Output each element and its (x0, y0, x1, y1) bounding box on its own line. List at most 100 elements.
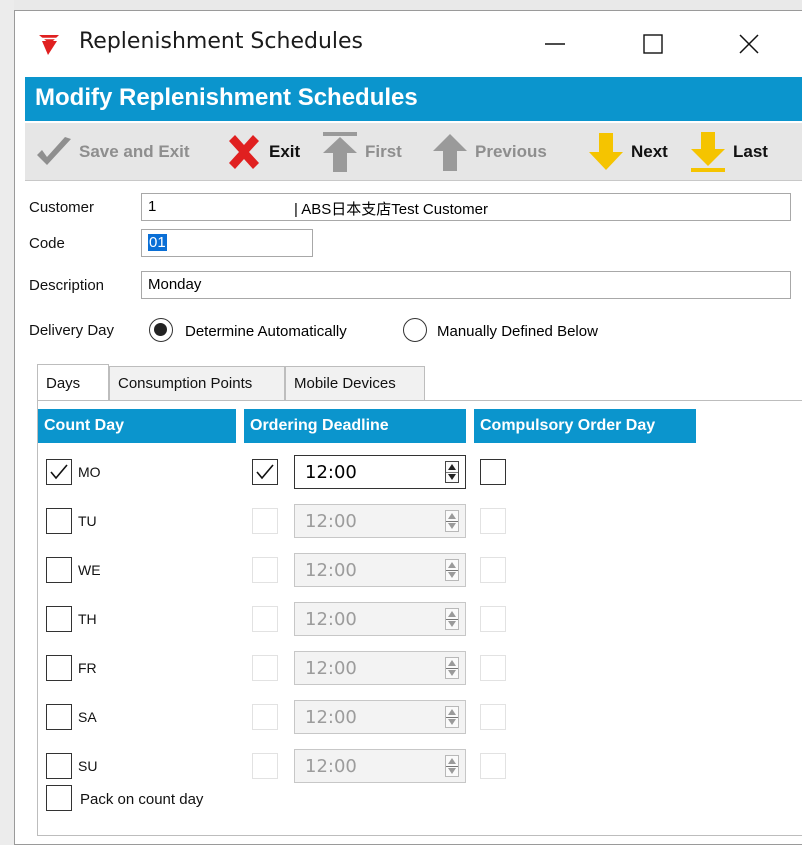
previous-button[interactable]: Previous (431, 123, 547, 181)
deadline-time-spinner[interactable]: 12:00 (294, 455, 466, 489)
tab-consumption-points[interactable]: Consumption Points (109, 366, 285, 400)
determine-automatically-radio[interactable] (149, 318, 173, 342)
compulsory-order-day-checkbox[interactable] (480, 655, 506, 681)
close-icon (739, 34, 759, 54)
day-label[interactable]: MO (78, 464, 101, 480)
pack-on-count-day-label[interactable]: Pack on count day (80, 791, 203, 808)
customer-row: Customer 1 | ABS日本支店Test Customer (25, 193, 802, 223)
next-button[interactable]: Next (587, 123, 668, 181)
maximize-button[interactable] (613, 11, 693, 77)
ordering-deadline-checkbox[interactable] (252, 606, 278, 632)
arrow-up-icon (433, 134, 467, 171)
next-label: Next (631, 142, 668, 161)
pack-on-count-day-checkbox[interactable] (46, 785, 72, 811)
day-label[interactable]: SU (78, 758, 97, 774)
code-input[interactable]: 01 (141, 229, 313, 257)
checkmark-icon (37, 137, 71, 165)
last-button[interactable]: Last (689, 123, 768, 181)
deadline-time-value: 12:00 (305, 511, 357, 532)
tab-mobile-devices[interactable]: Mobile Devices (285, 366, 425, 400)
compulsory-order-day-checkbox[interactable] (480, 704, 506, 730)
deadline-time-value: 12:00 (305, 707, 357, 728)
compulsory-order-day-checkbox[interactable] (480, 606, 506, 632)
customer-label: Customer (29, 199, 95, 216)
code-value: 01 (148, 234, 167, 251)
manually-defined-radio[interactable] (403, 318, 427, 342)
determine-automatically-label[interactable]: Determine Automatically (185, 323, 347, 340)
deadline-time-spinner[interactable]: 12:00 (294, 504, 466, 538)
desktop-background (0, 0, 802, 10)
dialog-window: Replenishment Schedules Modify Replenish… (14, 10, 802, 845)
previous-label: Previous (475, 142, 547, 161)
deadline-time-value: 12:00 (305, 756, 357, 777)
form-header: Modify Replenishment Schedules (25, 77, 802, 121)
compulsory-order-day-checkbox[interactable] (480, 508, 506, 534)
day-label[interactable]: SA (78, 709, 97, 725)
first-button[interactable]: First (321, 123, 402, 181)
day-label[interactable]: TU (78, 513, 97, 529)
deadline-time-spinner[interactable]: 12:00 (294, 749, 466, 783)
count-day-checkbox[interactable] (46, 655, 72, 681)
save-and-exit-button[interactable]: Save and Exit (35, 123, 190, 181)
delivery-day-row: Delivery Day Determine Automatically Man… (25, 315, 802, 345)
spinner-arrows-icon[interactable] (445, 755, 459, 777)
app-logo-icon (39, 35, 59, 55)
spinner-arrows-icon[interactable] (445, 510, 459, 532)
maximize-icon (643, 34, 663, 54)
close-button[interactable] (709, 11, 789, 77)
day-label[interactable]: TH (78, 611, 97, 627)
spinner-arrows-icon[interactable] (445, 706, 459, 728)
day-label[interactable]: WE (78, 562, 101, 578)
deadline-time-spinner[interactable]: 12:00 (294, 553, 466, 587)
first-label: First (365, 142, 402, 161)
delivery-day-label: Delivery Day (29, 322, 115, 339)
red-x-icon (229, 135, 259, 169)
ordering-deadline-checkbox[interactable] (252, 655, 278, 681)
last-label: Last (733, 142, 768, 161)
arrow-down-icon (589, 133, 623, 170)
description-value: Monday (148, 276, 202, 293)
title-bar[interactable]: Replenishment Schedules (15, 11, 802, 77)
first-record-icon (323, 132, 357, 172)
day-label[interactable]: FR (78, 660, 97, 676)
ordering-deadline-checkbox[interactable] (252, 704, 278, 730)
deadline-time-value: 12:00 (305, 658, 357, 679)
ordering-deadline-checkbox[interactable] (252, 753, 278, 779)
compulsory-order-day-checkbox[interactable] (480, 459, 506, 485)
ordering-deadline-checkbox[interactable] (252, 508, 278, 534)
minimize-button[interactable] (515, 11, 595, 77)
manually-defined-label[interactable]: Manually Defined Below (437, 323, 598, 340)
ordering-deadline-checkbox[interactable] (252, 557, 278, 583)
code-row: Code 01 (25, 229, 802, 259)
ordering-deadline-header: Ordering Deadline (244, 409, 466, 443)
days-panel: Count Day Ordering Deadline Compulsory O… (37, 400, 802, 836)
compulsory-order-day-checkbox[interactable] (480, 753, 506, 779)
count-day-checkbox[interactable] (46, 606, 72, 632)
navigation-toolbar: Save and Exit Exit First Previous Next L… (25, 123, 802, 181)
description-input[interactable]: Monday (141, 271, 791, 299)
last-record-icon (691, 132, 725, 172)
count-day-checkbox[interactable] (46, 508, 72, 534)
minimize-icon (545, 43, 565, 45)
customer-field[interactable]: 1 | ABS日本支店Test Customer (141, 193, 791, 221)
exit-button[interactable]: Exit (225, 123, 300, 181)
save-and-exit-label: Save and Exit (79, 142, 190, 161)
spinner-arrows-icon[interactable] (445, 559, 459, 581)
customer-code: 1 (148, 198, 157, 215)
deadline-time-spinner[interactable]: 12:00 (294, 651, 466, 685)
count-day-checkbox[interactable] (46, 753, 72, 779)
ordering-deadline-checkbox[interactable] (252, 459, 278, 485)
count-day-checkbox[interactable] (46, 557, 72, 583)
description-row: Description Monday (25, 271, 802, 301)
window-title: Replenishment Schedules (79, 29, 363, 54)
deadline-time-spinner[interactable]: 12:00 (294, 700, 466, 734)
spinner-arrows-icon[interactable] (445, 657, 459, 679)
count-day-checkbox[interactable] (46, 459, 72, 485)
spinner-arrows-icon[interactable] (445, 461, 459, 483)
count-day-checkbox[interactable] (46, 704, 72, 730)
spinner-arrows-icon[interactable] (445, 608, 459, 630)
code-label: Code (29, 235, 65, 252)
deadline-time-spinner[interactable]: 12:00 (294, 602, 466, 636)
compulsory-order-day-checkbox[interactable] (480, 557, 506, 583)
tab-days[interactable]: Days (37, 364, 109, 400)
